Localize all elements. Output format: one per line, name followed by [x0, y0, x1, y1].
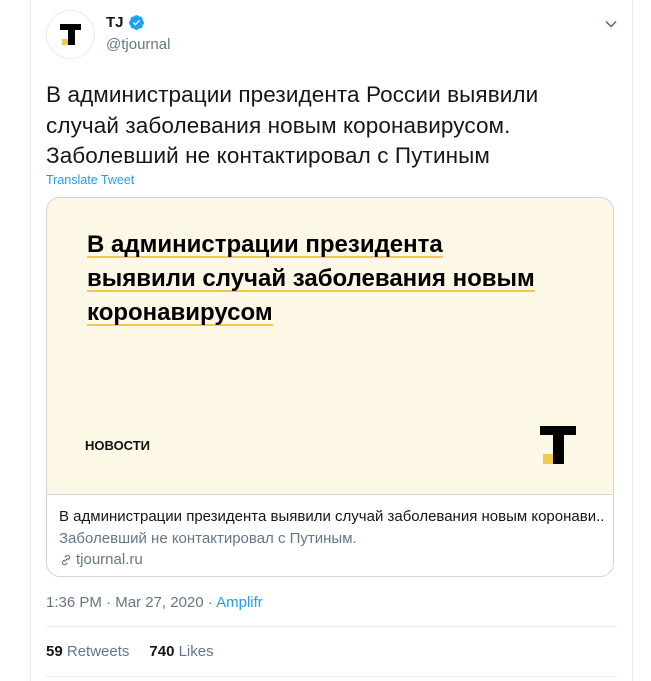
- card-domain-text[interactable]: tjournal.ru: [76, 551, 143, 568]
- author-name[interactable]: TJ: [106, 14, 124, 31]
- likes-label: Likes: [178, 643, 214, 660]
- card-title[interactable]: В администрации президента выявили случа…: [59, 508, 604, 525]
- author-name-row[interactable]: TJ: [106, 14, 145, 31]
- card-headline: В администрации президента выявили случа…: [87, 228, 587, 330]
- card-domain[interactable]: tjournal.ru: [59, 551, 143, 568]
- tweet-meta: 1:36 PM · Mar 27, 2020 · Amplifr: [46, 594, 263, 611]
- tweet: TJ @tjournal В администрации президента …: [30, 0, 633, 681]
- card-headline-line: В администрации президента: [87, 231, 443, 258]
- likes-count: 740: [149, 643, 175, 660]
- retweets-label: Retweets: [66, 643, 130, 660]
- likes-stat[interactable]: 740 Likes: [149, 643, 213, 660]
- tweet-text-line: случай заболевания новым коронавирусом.: [46, 112, 511, 138]
- right-border: [632, 0, 633, 681]
- retweets-count: 59: [46, 643, 63, 660]
- card-headline-line: выявили случай заболевания новым: [87, 265, 535, 292]
- retweets-stat[interactable]: 59 Retweets: [46, 643, 129, 660]
- author-handle[interactable]: @tjournal: [106, 36, 170, 53]
- translate-tweet-link[interactable]: Translate Tweet: [46, 173, 134, 187]
- card-divider: [47, 494, 613, 495]
- tj-logo-icon: [540, 426, 576, 464]
- meta-separator: ·: [207, 594, 213, 611]
- tweet-text-line: Заболевший не контактировал с Путиным: [46, 143, 490, 168]
- tweet-text-line: В администрации президента России выявил…: [46, 82, 539, 107]
- card-headline-line: коронавирусом: [87, 299, 273, 326]
- card-section-label: НОВОСТИ: [85, 438, 151, 453]
- tweet-date[interactable]: Mar 27, 2020: [115, 594, 203, 611]
- chevron-down-icon[interactable]: [603, 16, 619, 32]
- avatar[interactable]: [46, 10, 95, 59]
- link-preview-card[interactable]: В администрации президента выявили случа…: [46, 197, 614, 577]
- meta-separator: ·: [106, 594, 112, 611]
- divider: [46, 676, 617, 677]
- tweet-time[interactable]: 1:36 PM: [46, 594, 102, 611]
- tweet-stats: 59 Retweets 740 Likes: [46, 643, 214, 660]
- left-border: [30, 0, 31, 681]
- card-image[interactable]: В администрации президента выявили случа…: [47, 198, 613, 494]
- verified-badge-icon: [128, 15, 144, 30]
- tweet-source[interactable]: Amplifr: [216, 594, 263, 611]
- link-icon: [61, 554, 71, 565]
- tj-logo-icon: [60, 24, 81, 45]
- tweet-text: В администрации президента России выявил…: [46, 80, 606, 172]
- divider: [46, 626, 617, 627]
- card-description: Заболевший не контактировал с Путиным.: [59, 530, 357, 547]
